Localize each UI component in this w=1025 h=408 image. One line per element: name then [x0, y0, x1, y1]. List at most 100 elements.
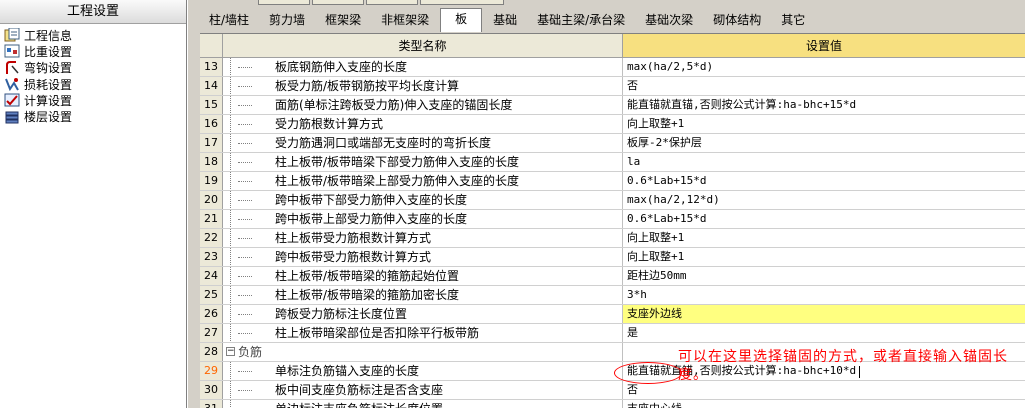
setting-value-cell[interactable]: 0.6*Lab+15*d [623, 172, 1025, 190]
tab[interactable]: 框架梁 [316, 10, 370, 32]
tab[interactable]: 板 [440, 8, 483, 32]
header-num [200, 34, 223, 58]
left-panel: 工程设置 工程信息 比重设置 弯钩设置 损耗设置 计算设置 楼层设置 [0, 0, 187, 408]
settings-tree: 工程信息 比重设置 弯钩设置 损耗设置 计算设置楼层设置 [0, 24, 186, 125]
tab[interactable]: 剪力墙 [260, 10, 314, 32]
row-number: 17 [200, 134, 223, 152]
row-number: 20 [200, 191, 223, 209]
strip-tab[interactable] [312, 0, 364, 5]
tree-connector [230, 286, 270, 304]
type-name-text: 单边标注支座负筋标注长度位置 [275, 400, 443, 408]
setting-value-cell[interactable]: 支座中心线 [623, 400, 1025, 408]
tab[interactable]: 柱/墙柱 [200, 10, 258, 32]
tree-item-label: 计算设置 [24, 93, 73, 108]
setting-value-cell[interactable]: max(ha/2,5*d) [623, 58, 1025, 76]
strip-tab[interactable] [366, 0, 418, 5]
setting-value-cell[interactable]: 0.6*Lab+15*d [623, 210, 1025, 228]
table-row[interactable]: 14 板受力筋/板带钢筋按平均长度计算 否 [200, 77, 1025, 96]
type-name-cell: 面筋(单标注跨板受力筋)伸入支座的锚固长度 [223, 96, 623, 114]
strip-tab[interactable] [420, 0, 504, 5]
table-row[interactable]: 15 面筋(单标注跨板受力筋)伸入支座的锚固长度 能直锚就直锚,否则按公式计算:ha… [200, 96, 1025, 115]
type-name-text: 板受力筋/板带钢筋按平均长度计算 [275, 79, 460, 93]
table-row[interactable]: 31 单边标注支座负筋标注长度位置 支座中心线 [200, 400, 1025, 408]
tab[interactable]: 其它 [772, 10, 814, 32]
tree-item[interactable]: 比重设置 [0, 43, 186, 59]
type-name-cell: 板底钢筋伸入支座的长度 [223, 58, 623, 76]
table-row[interactable]: 18 柱上板带/板带暗梁下部受力筋伸入支座的长度 la [200, 153, 1025, 172]
type-name-cell: 板受力筋/板带钢筋按平均长度计算 [223, 77, 623, 95]
row-number: 25 [200, 286, 223, 304]
type-name-text: 受力筋根数计算方式 [275, 117, 384, 131]
tree-item[interactable]: 工程信息 [0, 27, 186, 43]
setting-value-cell[interactable]: 3*h [623, 286, 1025, 304]
category-tabs: 柱/墙柱 剪力墙 框架梁 非框架梁板基础 基础主梁/承台梁 基础次梁 砌体结构 其它 [200, 6, 1025, 32]
table-row[interactable]: 27 柱上板带暗梁部位是否扣除平行板带筋 是 [200, 324, 1025, 343]
row-number: 14 [200, 77, 223, 95]
tab[interactable]: 基础次梁 [636, 10, 702, 32]
setting-value-cell[interactable]: 支座外边线 [623, 305, 1025, 323]
table-row[interactable]: 19 柱上板带/板带暗梁上部受力筋伸入支座的长度 0.6*Lab+15*d [200, 172, 1025, 191]
setting-value-cell[interactable]: 向上取整+1 [623, 115, 1025, 133]
tree-connector [230, 172, 270, 190]
tab[interactable]: 基础主梁/承台梁 [528, 10, 634, 32]
setting-value-cell[interactable]: la [623, 153, 1025, 171]
tree-item-label: 比重设置 [24, 44, 73, 59]
tree-connector [230, 229, 270, 247]
header-type-name[interactable]: 类型名称 [223, 34, 623, 58]
tab[interactable]: 非框架梁 [372, 10, 438, 32]
table-row[interactable]: 17 受力筋遇洞口或端部无支座时的弯折长度 板厚-2*保护层 [200, 134, 1025, 153]
type-name-cell: 跨中板带受力筋根数计算方式 [223, 248, 623, 266]
table-row[interactable]: 26 跨板受力筋标注长度位置 支座外边线 [200, 305, 1025, 324]
setting-value-cell[interactable]: 向上取整+1 [623, 229, 1025, 247]
splitter[interactable] [187, 0, 200, 408]
setting-value-cell[interactable]: 能直锚就直锚,否则按公式计算:ha-bhc+15*d [623, 96, 1025, 114]
row-number: 13 [200, 58, 223, 76]
tree-item[interactable]: 损耗设置 [0, 76, 186, 92]
table-row[interactable]: 25 柱上板带/板带暗梁的箍筋加密长度 3*h [200, 286, 1025, 305]
type-name-cell: − 负筋 [223, 343, 623, 361]
tree-connector [230, 248, 270, 266]
tree-connector [230, 191, 270, 209]
type-name-cell: 柱上板带/板带暗梁的箍筋加密长度 [223, 286, 623, 304]
table-row[interactable]: 16 受力筋根数计算方式 向上取整+1 [200, 115, 1025, 134]
type-name-text: 柱上板带/板带暗梁的箍筋加密长度 [275, 288, 460, 302]
tree-connector [230, 400, 270, 408]
tree-item[interactable]: 弯钩设置 [0, 60, 186, 76]
setting-value-cell[interactable]: 板厚-2*保护层 [623, 134, 1025, 152]
hook-settings-icon [4, 60, 20, 75]
tree-connector [230, 58, 270, 76]
table-row[interactable]: 22 柱上板带受力筋根数计算方式 向上取整+1 [200, 229, 1025, 248]
strip-tab[interactable] [258, 0, 310, 5]
setting-value-cell[interactable]: max(ha/2,12*d) [623, 191, 1025, 209]
type-name-cell: 受力筋根数计算方式 [223, 115, 623, 133]
type-name-cell: 跨中板带下部受力筋伸入支座的长度 [223, 191, 623, 209]
tree-connector [230, 96, 270, 114]
type-name-cell: 柱上板带/板带暗梁的箍筋起始位置 [223, 267, 623, 285]
row-number: 31 [200, 400, 223, 408]
tab[interactable]: 基础 [484, 10, 526, 32]
setting-value-cell[interactable]: 是 [623, 324, 1025, 342]
table-row[interactable]: 24 柱上板带/板带暗梁的箍筋起始位置 距柱边50mm [200, 267, 1025, 286]
project-info-icon [4, 27, 20, 42]
tab[interactable]: 砌体结构 [704, 10, 770, 32]
tree-item-label: 楼层设置 [24, 110, 73, 125]
tree-connector [230, 324, 270, 342]
type-name-text: 柱上板带/板带暗梁的箍筋起始位置 [275, 269, 460, 283]
table-row[interactable]: 20 跨中板带下部受力筋伸入支座的长度 max(ha/2,12*d) [200, 191, 1025, 210]
table-row[interactable]: 13 板底钢筋伸入支座的长度 max(ha/2,5*d) [200, 58, 1025, 77]
header-setting-value[interactable]: 设置值 [623, 34, 1025, 58]
tree-item[interactable]: 计算设置 [0, 92, 186, 108]
floor-settings-icon [4, 110, 20, 124]
collapse-icon[interactable]: − [226, 347, 235, 356]
setting-value-cell[interactable]: 距柱边50mm [623, 267, 1025, 285]
annotation-ellipse [614, 362, 682, 384]
loss-settings-icon [4, 77, 20, 92]
table-row[interactable]: 23 跨中板带受力筋根数计算方式 向上取整+1 [200, 248, 1025, 267]
type-name-text: 单标注负筋锚入支座的长度 [275, 364, 420, 378]
setting-value-cell[interactable]: 否 [623, 77, 1025, 95]
tree-item[interactable]: 楼层设置 [0, 108, 186, 124]
density-settings-icon [4, 44, 20, 58]
setting-value-cell[interactable]: 向上取整+1 [623, 248, 1025, 266]
row-number: 18 [200, 153, 223, 171]
table-row[interactable]: 21 跨中板带上部受力筋伸入支座的长度 0.6*Lab+15*d [200, 210, 1025, 229]
